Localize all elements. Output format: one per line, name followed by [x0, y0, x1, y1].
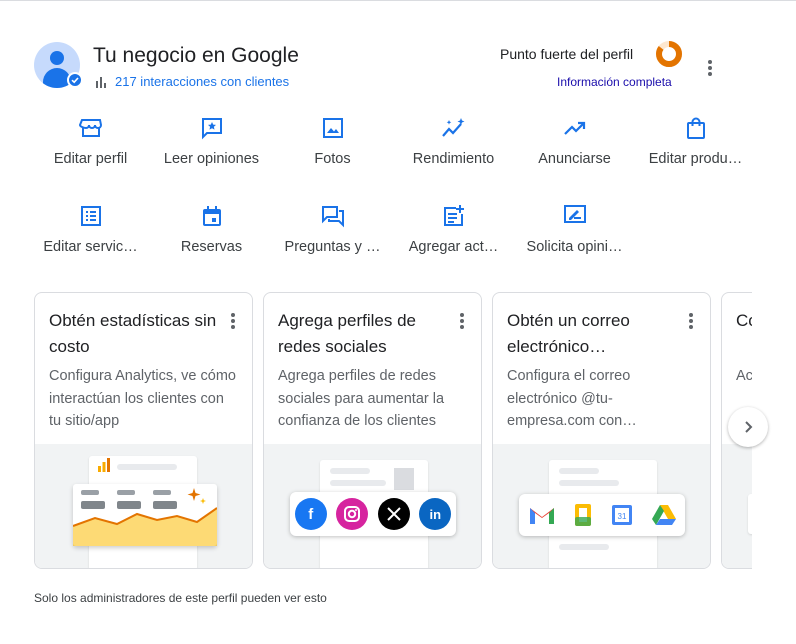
photo-icon — [272, 116, 393, 140]
page-title: Tu negocio en Google — [93, 44, 299, 67]
rate-review-icon — [514, 204, 635, 228]
action-editar-servicios[interactable]: Editar servic… — [30, 204, 151, 264]
analytics-illustration — [35, 444, 252, 568]
card-social-profiles[interactable]: Agrega perfiles de redes sociales Agrega… — [263, 292, 482, 569]
calendar-icon — [151, 204, 272, 228]
card-business-email[interactable]: Obtén un correo electrónico… Configura e… — [492, 292, 711, 569]
social-illustration: f in — [264, 444, 481, 568]
shopping-bag-icon — [635, 116, 756, 140]
card-description: Configura Analytics, ve cómo interactúan… — [49, 368, 236, 429]
action-leer-opiniones[interactable]: Leer opiniones — [151, 116, 272, 176]
suggestion-cards-carousel: Obtén estadísticas sin costo Configura A… — [34, 292, 752, 570]
instagram-icon — [336, 498, 369, 530]
card-more-icon[interactable] — [688, 311, 694, 331]
action-editar-perfil[interactable]: Editar perfil — [30, 116, 151, 176]
interactions-text: 217 interacciones con clientes — [115, 74, 290, 89]
action-label: Editar perfil — [53, 151, 128, 167]
card-description: Agrega perfiles de redes sociales para a… — [278, 368, 445, 429]
action-label: Editar servic… — [43, 239, 138, 255]
profile-strength-donut — [655, 40, 683, 68]
card-analytics[interactable]: Obtén estadísticas sin costo Configura A… — [34, 292, 253, 569]
card-title: Agrega perfiles de redes sociales — [278, 311, 416, 356]
card-title: Obtén un correo electrónico… — [507, 311, 630, 356]
docs-icon — [574, 504, 591, 526]
gmail-icon — [529, 508, 554, 524]
business-header: Tu negocio en Google 217 interacciones c… — [34, 40, 734, 90]
action-reservas[interactable]: Reservas — [151, 204, 272, 264]
card-more-icon[interactable] — [230, 311, 236, 331]
action-anunciarse[interactable]: Anunciarse — [514, 116, 635, 176]
star-comment-icon — [151, 116, 272, 140]
post-add-icon — [393, 204, 514, 228]
action-label: Agregar act… — [408, 239, 499, 255]
action-label: Leer opiniones — [163, 151, 260, 167]
workspace-illustration: 31 — [493, 444, 710, 568]
list-icon — [30, 204, 151, 228]
action-label: Editar produ… — [648, 151, 743, 167]
action-label: Reservas — [180, 239, 243, 255]
x-twitter-icon — [377, 498, 410, 530]
profile-strength-status[interactable]: Información completa — [557, 75, 672, 89]
card-illustration — [722, 444, 752, 568]
action-label: Anunciarse — [538, 151, 611, 167]
card-more-icon[interactable] — [459, 311, 465, 331]
calendar-google-icon: 31 — [611, 505, 632, 525]
verified-check-icon — [67, 72, 83, 88]
card-description: Configura el correo electrónico @tu-empr… — [507, 368, 637, 429]
action-editar-productos[interactable]: Editar produ… — [635, 116, 756, 176]
bar-chart-icon — [95, 76, 107, 88]
action-label: Preguntas y … — [284, 239, 381, 255]
admin-visibility-note: Solo los administradores de este perfil … — [34, 591, 327, 605]
facebook-icon: f — [294, 498, 327, 530]
more-options-icon[interactable] — [700, 58, 720, 78]
card-description: Ac ate — [736, 368, 752, 384]
trending-up-icon — [514, 116, 635, 140]
sparkle-chart-icon — [393, 116, 514, 140]
action-fotos[interactable]: Fotos — [272, 116, 393, 176]
chevron-right-icon — [745, 421, 753, 433]
storefront-icon — [30, 116, 151, 140]
interactions-link[interactable]: 217 interacciones con clientes — [95, 74, 289, 89]
action-solicitar-opiniones[interactable]: Solicita opini… — [514, 204, 635, 264]
svg-text:31: 31 — [617, 512, 626, 521]
action-label: Solicita opini… — [526, 239, 623, 255]
forum-icon — [272, 204, 393, 228]
action-label: Rendimiento — [412, 151, 495, 167]
carousel-next-button[interactable] — [728, 407, 768, 447]
top-divider — [0, 0, 796, 1]
linkedin-icon: in — [419, 498, 452, 530]
action-preguntas[interactable]: Preguntas y … — [272, 204, 393, 264]
drive-icon — [651, 505, 676, 525]
action-agregar-actualizacion[interactable]: Agregar act… — [393, 204, 514, 264]
action-label: Fotos — [314, 151, 351, 167]
card-title: Obtén estadísticas sin costo — [49, 311, 217, 356]
action-rendimiento[interactable]: Rendimiento — [393, 116, 514, 176]
card-title: Co es — [736, 311, 752, 330]
profile-strength-label: Punto fuerte del perfil — [500, 46, 634, 62]
